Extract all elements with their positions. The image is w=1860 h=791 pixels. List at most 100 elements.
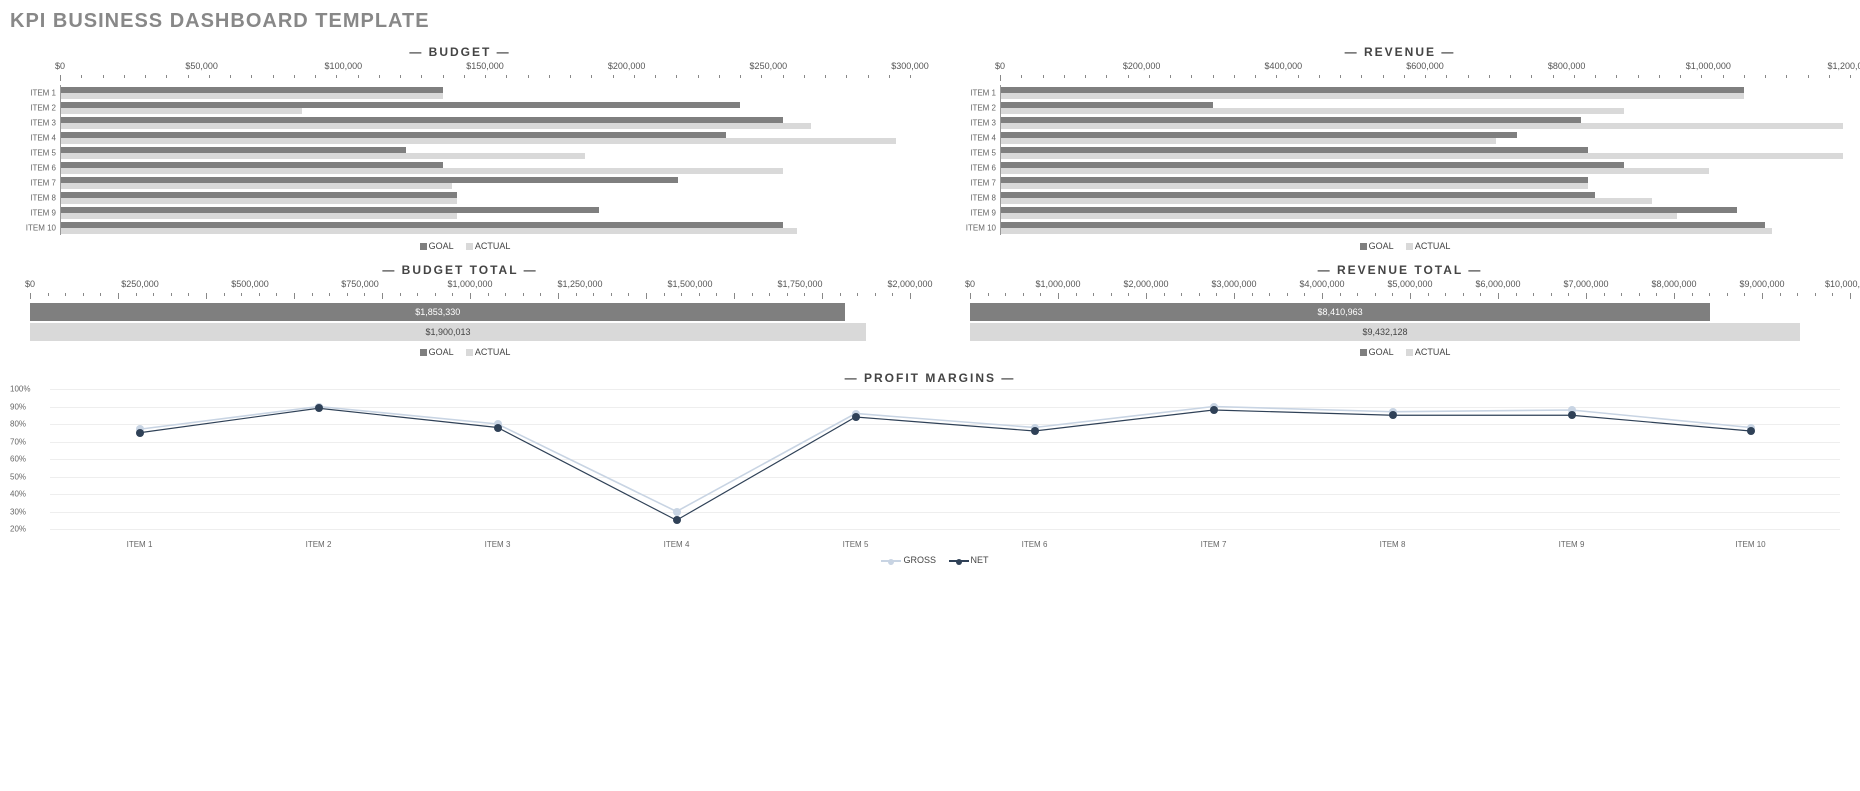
bar-row: ITEM 7 [61, 175, 910, 190]
budget-total-chart: $0$250,000$500,000$750,000$1,000,000$1,2… [10, 279, 910, 341]
bar-actual [1001, 93, 1744, 99]
budget-total-legend: GOAL ACTUAL [10, 347, 910, 357]
x-axis-tick: ITEM 5 [843, 540, 869, 549]
revenue-title: REVENUE [950, 45, 1850, 59]
bar-actual [61, 108, 302, 114]
x-axis-tick: ITEM 1 [127, 540, 153, 549]
total-bar-label: $9,432,128 [1362, 327, 1407, 337]
y-axis-tick: 60% [10, 455, 26, 464]
legend-swatch-goal [420, 349, 427, 356]
bar-actual [61, 183, 452, 189]
axis-tick: $0 [55, 61, 65, 71]
legend-label-net: NET [971, 555, 989, 565]
bar-category-label: ITEM 3 [951, 118, 996, 127]
legend-label-goal: GOAL [429, 241, 454, 251]
bar-category-label: ITEM 6 [11, 163, 56, 172]
axis-tick: $1,000,000 [447, 279, 492, 289]
legend-swatch-goal [1360, 349, 1367, 356]
x-axis-tick: ITEM 4 [664, 540, 690, 549]
bar-row: ITEM 2 [61, 100, 910, 115]
axis-tick: $50,000 [185, 61, 218, 71]
bar-actual [61, 138, 896, 144]
axis-tick: $1,000,000 [1035, 279, 1080, 289]
axis-tick: $0 [965, 279, 975, 289]
axis-tick: $400,000 [1265, 61, 1303, 71]
bar-category-label: ITEM 10 [11, 223, 56, 232]
bar-row: ITEM 3 [61, 115, 910, 130]
bar-category-label: ITEM 4 [11, 133, 56, 142]
legend-swatch-gross [881, 560, 901, 562]
bar-actual [1001, 228, 1772, 234]
total-bar-label: $8,410,963 [1318, 307, 1363, 317]
point-net [315, 404, 323, 412]
bar-actual [61, 198, 457, 204]
bar-row: ITEM 9 [61, 205, 910, 220]
bar-actual [1001, 213, 1677, 219]
bar-row: ITEM 10 [61, 220, 910, 235]
bar-row: ITEM 9 [1001, 205, 1850, 220]
point-net [1568, 411, 1576, 419]
legend-label-actual: ACTUAL [475, 347, 511, 357]
profit-legend: GROSS NET [10, 555, 1850, 565]
axis-tick: $10,000,000 [1825, 279, 1860, 289]
bar-actual [1001, 198, 1652, 204]
axis-tick: $1,750,000 [777, 279, 822, 289]
budget-total-title: BUDGET TOTAL [10, 263, 910, 277]
revenue-total-title: REVENUE TOTAL [950, 263, 1850, 277]
dashboard: KPI BUSINESS DASHBOARD TEMPLATE BUDGET $… [10, 10, 1850, 565]
bar-row: ITEM 4 [1001, 130, 1850, 145]
bar-category-label: ITEM 5 [951, 148, 996, 157]
axis-tick: $250,000 [121, 279, 159, 289]
axis-tick: $100,000 [325, 61, 363, 71]
row-budget-revenue: BUDGET $0$50,000$100,000$150,000$200,000… [10, 41, 1850, 251]
axis-tick: $300,000 [891, 61, 929, 71]
legend-label-goal: GOAL [1369, 241, 1394, 251]
point-gross [673, 508, 681, 516]
revenue-total-chart: $0$1,000,000$2,000,000$3,000,000$4,000,0… [950, 279, 1850, 341]
bar-row: ITEM 7 [1001, 175, 1850, 190]
bar-category-label: ITEM 9 [951, 208, 996, 217]
y-axis-tick: 50% [10, 472, 26, 481]
line-gross [140, 407, 1751, 512]
legend-label-actual: ACTUAL [475, 241, 511, 251]
bar-actual [61, 93, 443, 99]
point-net [852, 413, 860, 421]
axis-tick: $5,000,000 [1387, 279, 1432, 289]
bar-category-label: ITEM 8 [11, 193, 56, 202]
y-axis-tick: 30% [10, 507, 26, 516]
bar-row: ITEM 10 [1001, 220, 1850, 235]
axis-tick: $200,000 [608, 61, 646, 71]
axis-tick: $9,000,000 [1739, 279, 1784, 289]
axis-tick: $6,000,000 [1475, 279, 1520, 289]
point-net [1747, 427, 1755, 435]
line-net [140, 408, 1751, 520]
bar-row: ITEM 5 [1001, 145, 1850, 160]
y-axis-tick: 90% [10, 402, 26, 411]
bar-actual [1001, 108, 1624, 114]
bar-category-label: ITEM 4 [951, 133, 996, 142]
bar-category-label: ITEM 1 [11, 88, 56, 97]
axis-tick: $1,000,000 [1686, 61, 1731, 71]
point-net [136, 429, 144, 437]
legend-label-actual: ACTUAL [1415, 241, 1451, 251]
budget-legend: GOAL ACTUAL [10, 241, 910, 251]
total-bar-label: $1,853,330 [415, 307, 460, 317]
budget-total-panel: BUDGET TOTAL $0$250,000$500,000$750,000$… [10, 259, 910, 357]
bar-row: ITEM 6 [1001, 160, 1850, 175]
bar-category-label: ITEM 2 [951, 103, 996, 112]
y-axis-tick: 80% [10, 420, 26, 429]
bar-row: ITEM 8 [1001, 190, 1850, 205]
y-axis-tick: 40% [10, 490, 26, 499]
axis-tick: $800,000 [1548, 61, 1586, 71]
bar-actual [1001, 123, 1843, 129]
point-net [494, 424, 502, 432]
bar-row: ITEM 4 [61, 130, 910, 145]
legend-label-gross: GROSS [903, 555, 936, 565]
bar-actual [61, 213, 457, 219]
axis-tick: $0 [25, 279, 35, 289]
budget-panel: BUDGET $0$50,000$100,000$150,000$200,000… [10, 41, 910, 251]
profit-panel: PROFIT MARGINS 20%30%40%50%60%70%80%90%1… [10, 371, 1850, 565]
revenue-total-panel: REVENUE TOTAL $0$1,000,000$2,000,000$3,0… [950, 259, 1850, 357]
x-axis-tick: ITEM 9 [1559, 540, 1585, 549]
x-axis-tick: ITEM 6 [1022, 540, 1048, 549]
